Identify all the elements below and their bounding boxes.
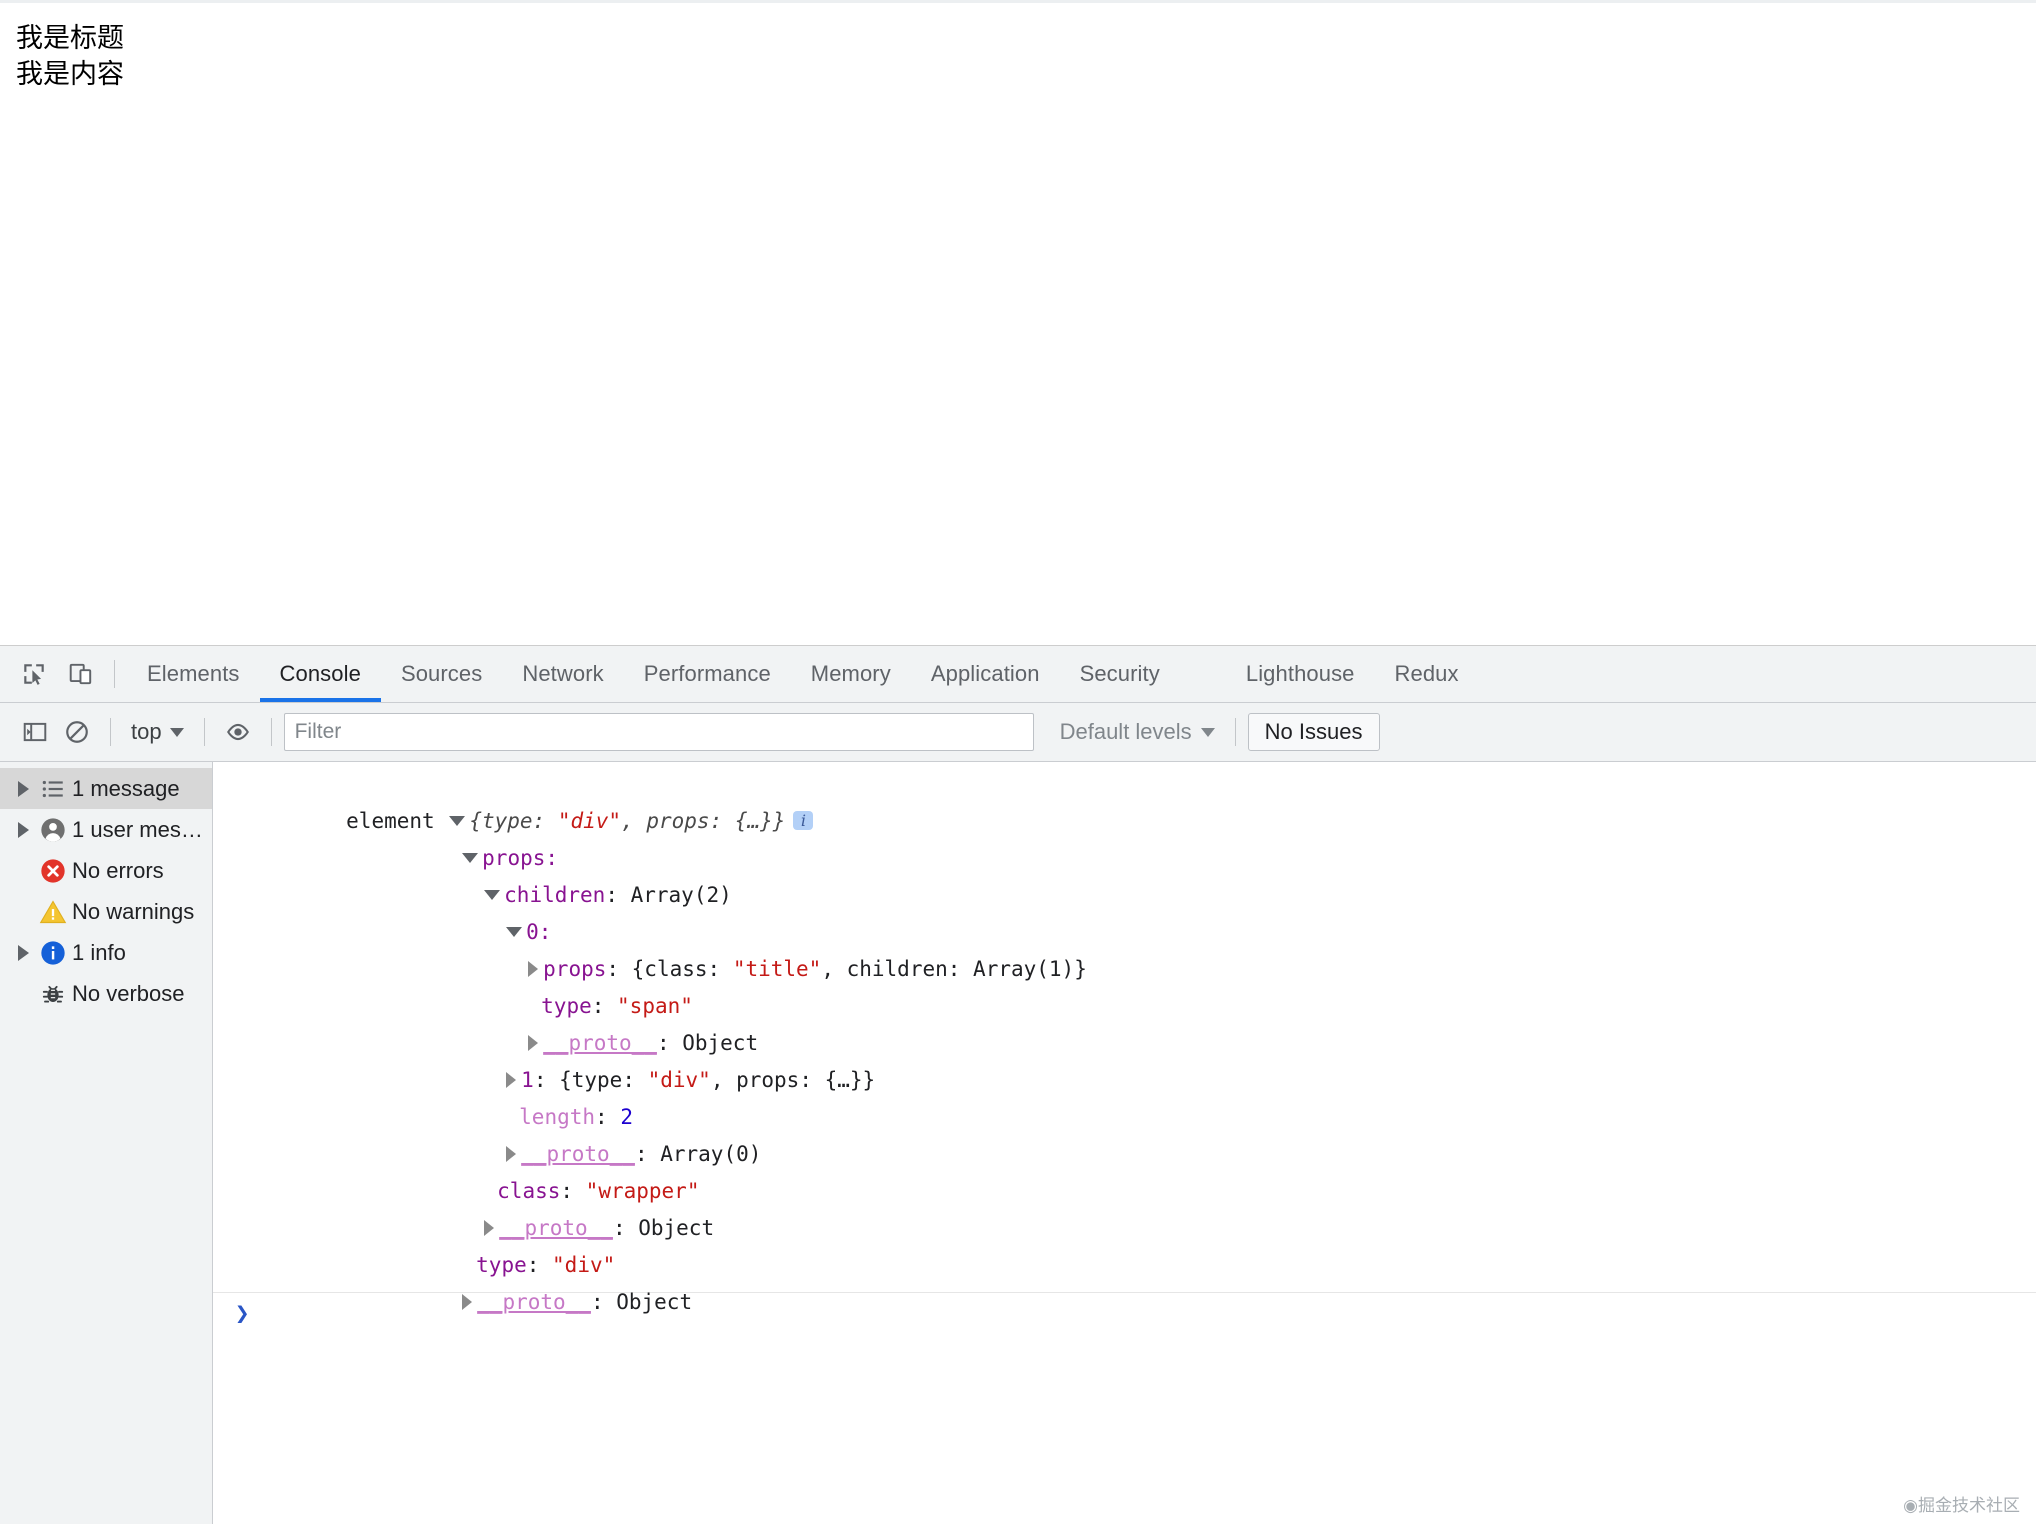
tab-performance[interactable]: Performance [624,646,791,702]
object-preview: {type: "div", props: {…}} [469,809,786,833]
clear-console-icon[interactable] [56,711,98,753]
console-sidebar: 1 message 1 user mes… No errors No warni… [0,762,213,1524]
log-levels-value: Default levels [1059,719,1192,744]
watermark: ◉掘金技术社区 [1903,1496,2020,1516]
page-heading: 我是标题 [16,23,124,54]
filter-input[interactable] [283,713,1034,751]
device-toolbar-icon[interactable] [57,646,104,702]
devtools-tabbar: Elements Console Sources Network Perform… [0,646,2036,703]
user-icon [34,816,72,844]
expand-arrow-icon[interactable] [506,1072,517,1088]
execution-context-selector[interactable]: top [123,712,192,752]
toolbar-divider-2 [203,718,205,746]
page-viewport: 我是标题 我是内容 [0,0,2036,645]
prompt-caret-icon: ❯ [235,1298,250,1327]
console-body: 1 message 1 user mes… No errors No warni… [0,762,2036,1524]
toolbar-divider-1 [110,718,111,746]
sidebar-item-label: No verbose [72,980,185,1006]
collapse-arrow-icon[interactable] [449,815,466,826]
sidebar-item-messages[interactable]: 1 message [0,768,212,809]
tab-elements[interactable]: Elements [127,646,260,702]
console-toolbar: top Default levels No Issues [0,703,2036,762]
sidebar-item-label: 1 message [72,775,180,801]
expand-arrow-icon[interactable] [12,780,34,797]
toolbar-divider-3 [270,718,272,746]
chevron-down-icon [1200,727,1215,737]
sidebar-item-label: 1 info [72,939,126,965]
collapse-arrow-icon[interactable] [484,889,501,900]
collapse-arrow-icon[interactable] [506,926,523,937]
tab-console[interactable]: Console [259,646,382,702]
tab-redux[interactable]: Redux [1375,646,1479,702]
sidebar-item-warnings[interactable]: No warnings [0,891,212,932]
sidebar-item-label: 1 user mes… [72,816,203,842]
expand-arrow-icon[interactable] [528,1035,539,1051]
execution-context-value: top [131,719,162,744]
tab-network[interactable]: Network [502,646,623,702]
devtools-panel: Elements Console Sources Network Perform… [0,645,2036,1524]
tab-security[interactable]: Security [1060,646,1180,702]
tabbar-divider [114,660,115,688]
sidebar-item-info[interactable]: 1 info [0,932,212,973]
expand-arrow-icon[interactable] [528,961,539,977]
chevron-down-icon [169,727,184,737]
create-live-expression-icon[interactable] [217,711,259,753]
sidebar-item-errors[interactable]: No errors [0,850,212,891]
console-message-root[interactable]: element {type: "div", props: {…}} i [213,766,2036,833]
console-message-label: element [346,809,435,833]
sidebar-item-label: No errors [72,857,164,883]
tab-lighthouse[interactable]: Lighthouse [1226,646,1375,702]
error-icon [34,857,72,885]
collapse-arrow-icon[interactable] [462,852,479,863]
info-badge-icon[interactable]: i [793,811,814,830]
sidebar-item-verbose[interactable]: No verbose [0,973,212,1014]
list-icon [34,776,72,802]
property-key-props: props: [482,846,559,870]
array-index-0: 0: [526,920,552,944]
bug-icon [34,981,72,1007]
page-content: 我是内容 [16,58,124,90]
tab-application[interactable]: Application [911,646,1060,702]
tab-memory[interactable]: Memory [791,646,911,702]
console-output: element {type: "div", props: {…}} i props… [213,762,2036,1524]
tab-sources[interactable]: Sources [381,646,502,702]
expand-arrow-icon[interactable] [12,944,34,961]
expand-arrow-icon[interactable] [462,1294,473,1310]
sidebar-item-user-messages[interactable]: 1 user mes… [0,809,212,850]
warning-icon [34,898,72,926]
show-console-sidebar-icon[interactable] [14,711,56,753]
info-icon [34,939,72,967]
log-levels-selector[interactable]: Default levels [1052,712,1223,752]
issues-button[interactable]: No Issues [1247,713,1380,751]
expand-arrow-icon[interactable] [484,1220,495,1236]
inspect-element-icon[interactable] [10,646,57,702]
sidebar-item-label: No warnings [72,898,195,924]
preview-type-key: type: [481,809,558,833]
expand-arrow-icon[interactable] [12,821,34,838]
toolbar-divider-4 [1234,718,1236,746]
expand-arrow-icon[interactable] [506,1146,517,1162]
